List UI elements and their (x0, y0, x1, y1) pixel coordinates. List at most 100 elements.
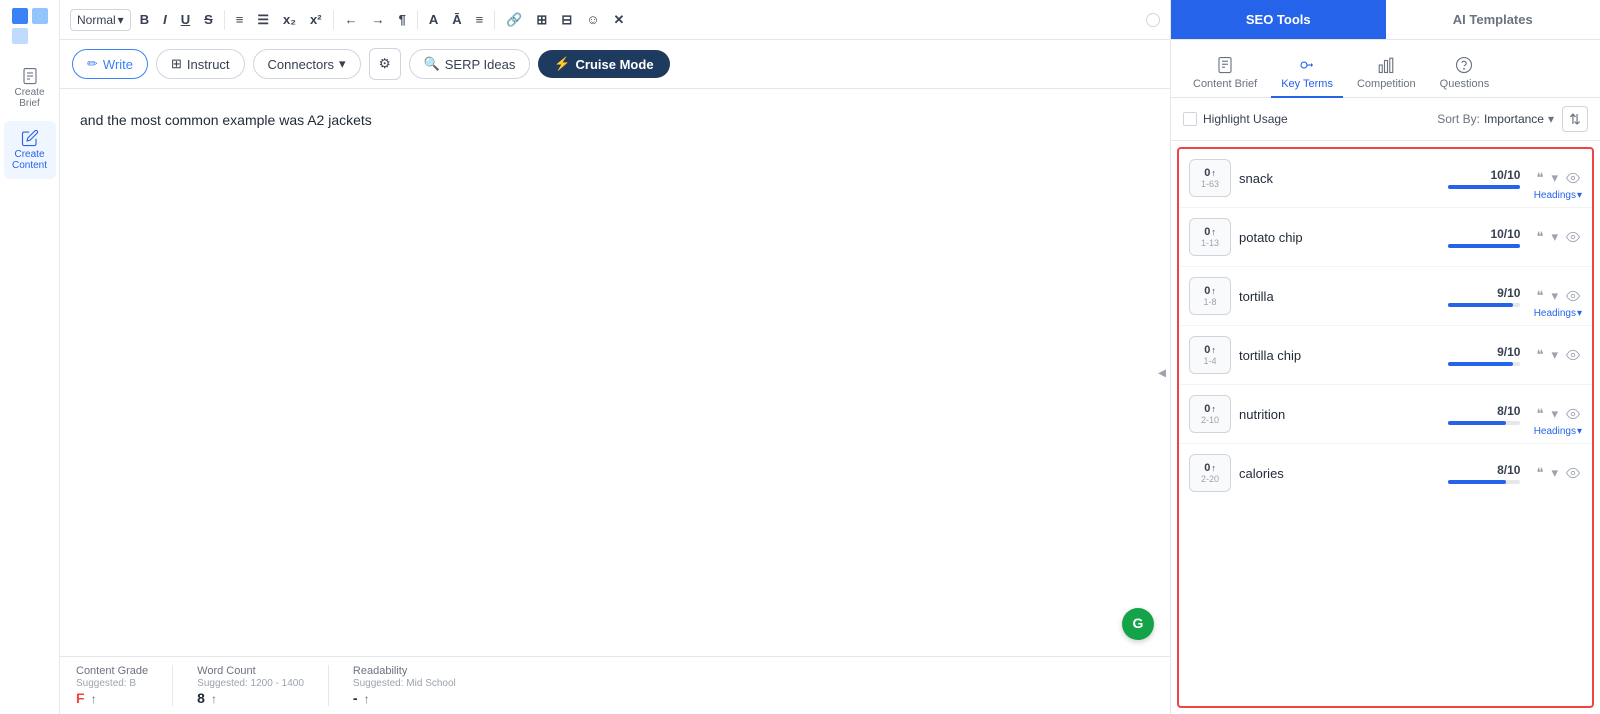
superscript-button[interactable]: x² (305, 9, 327, 30)
connectors-button[interactable]: Connectors ▾ (253, 49, 361, 79)
quote-button-tortilla-chip[interactable]: ❝ (1534, 345, 1545, 365)
chevron-down-icon: ▾ (118, 13, 124, 27)
word-count-up-arrow: ↑ (211, 692, 217, 706)
image-button[interactable]: ⊞ (531, 9, 552, 31)
sidebar-item-create-brief[interactable]: Create Brief (4, 59, 56, 117)
quote-button-nutrition[interactable]: ❝ (1534, 404, 1545, 424)
preview-button-snack[interactable] (1564, 169, 1582, 187)
ai-templates-button[interactable]: AI Templates (1386, 0, 1600, 39)
term-range: 2-10 (1201, 415, 1219, 425)
editor-content-area[interactable]: and the most common example was A2 jacke… (60, 89, 1170, 656)
pencil-icon: ✏ (87, 56, 98, 72)
panel-header: SEO Tools AI Templates (1171, 0, 1600, 40)
align-left-button[interactable]: ← (340, 9, 363, 30)
quote-button-calories[interactable]: ❝ (1534, 463, 1545, 483)
quote-button-tortilla[interactable]: ❝ (1534, 286, 1545, 306)
strikethrough-button[interactable]: S (199, 9, 218, 30)
sort-by-label: Sort By: (1437, 112, 1480, 126)
highlight-usage-label: Highlight Usage (1203, 112, 1288, 126)
chevron-down-button-tortilla-chip[interactable]: ▾ (1549, 345, 1560, 365)
checkbox-box[interactable] (1183, 112, 1197, 126)
cruise-mode-button[interactable]: ⚡ Cruise Mode (538, 50, 669, 78)
clear-format-button[interactable]: ✕ (609, 9, 630, 31)
toolbar-check-circle[interactable] (1146, 13, 1160, 27)
word-count-label: Word Count (197, 665, 304, 677)
format-select[interactable]: Normal ▾ (70, 9, 131, 31)
tab-key-terms[interactable]: Key Terms (1271, 50, 1343, 98)
sort-order-icon: ⇅ (1569, 111, 1581, 128)
lightning-icon: ⚡ (554, 56, 570, 72)
preview-button-tortilla-chip[interactable] (1564, 346, 1582, 364)
chevron-down-button-nutrition[interactable]: ▾ (1549, 404, 1560, 424)
term-row-snack: 0 ↑ 1-63 snack 10/10 ❝ ▾ (1179, 149, 1592, 208)
chevron-down-button-snack[interactable]: ▾ (1549, 168, 1560, 188)
word-count-suggested: Suggested: 1200 - 1400 (197, 678, 304, 689)
term-score-tortilla-chip: 9/10 (1440, 345, 1520, 366)
seo-tools-button[interactable]: SEO Tools (1171, 0, 1386, 39)
panel-tabs: Content Brief Key Terms Competition Qu (1171, 40, 1600, 98)
term-counter-calories: 0 ↑ 2-20 (1189, 454, 1231, 492)
term-name-nutrition: nutrition (1239, 407, 1319, 422)
underline-button[interactable]: U (176, 9, 195, 30)
term-counter-tortilla-chip: 0 ↑ 1-4 (1189, 336, 1231, 374)
chevron-down-icon[interactable]: ▾ (1548, 112, 1554, 126)
chevron-down-button-calories[interactable]: ▾ (1549, 463, 1560, 483)
link-button[interactable]: 🔗 (501, 9, 527, 31)
word-count-value: 8 (197, 690, 205, 706)
term-row-nutrition: 0 ↑ 2-10 nutrition 8/10 ❝ ▾ (1179, 385, 1592, 444)
toolbar-divider-4 (494, 10, 495, 30)
edit-icon (21, 129, 39, 147)
term-actions-tortilla: ❝ ▾ (1534, 286, 1582, 306)
chevron-down-button-potato-chip[interactable]: ▾ (1549, 227, 1560, 247)
term-actions-nutrition: ❝ ▾ (1534, 404, 1582, 424)
headings-badge-tortilla[interactable]: Headings ▾ (1534, 308, 1582, 319)
preview-button-tortilla[interactable] (1564, 287, 1582, 305)
table-button[interactable]: ⊟ (556, 9, 577, 31)
font-color-button[interactable]: A (424, 9, 443, 30)
chevron-down-button-tortilla[interactable]: ▾ (1549, 286, 1560, 306)
preview-button-potato-chip[interactable] (1564, 228, 1582, 246)
preview-button-calories[interactable] (1564, 464, 1582, 482)
preview-button-nutrition[interactable] (1564, 405, 1582, 423)
toolbar-divider-2 (333, 10, 334, 30)
sidebar-item-create-content[interactable]: Create Content (4, 121, 56, 179)
term-row-potato-chip: 0 ↑ 1-13 potato chip 10/10 ❝ ▾ (1179, 208, 1592, 267)
headings-badge-snack[interactable]: Headings ▾ (1534, 190, 1582, 201)
highlight-usage-checkbox[interactable]: Highlight Usage (1183, 112, 1288, 126)
instruct-button[interactable]: ⊞ Instruct (156, 49, 245, 79)
gear-icon: ⚙ (379, 56, 391, 72)
term-count-value: 0 (1204, 226, 1210, 238)
up-arrow-icon: ↑ (1211, 227, 1216, 237)
unordered-list-button[interactable]: ☰ (252, 9, 274, 31)
italic-button[interactable]: I (158, 9, 172, 30)
resize-handle[interactable]: ◂ (1154, 359, 1170, 386)
settings-button[interactable]: ⚙ (369, 48, 401, 80)
emoji-button[interactable]: ☺ (581, 9, 604, 30)
key-icon (1298, 56, 1316, 74)
write-button[interactable]: ✏ Write (72, 49, 148, 79)
term-actions-tortilla-chip: ❝ ▾ (1534, 345, 1582, 365)
bold-button[interactable]: B (135, 9, 154, 30)
sort-order-button[interactable]: ⇅ (1562, 106, 1588, 132)
readability-up-arrow: ↑ (364, 692, 370, 706)
serp-ideas-button[interactable]: 🔍 SERP Ideas (409, 49, 531, 79)
ordered-list-button[interactable]: ≡ (231, 9, 249, 30)
highlight-button[interactable]: Ā (447, 9, 466, 30)
footer-bar: Content Grade Suggested: B F ↑ Word Coun… (60, 656, 1170, 714)
paragraph-button[interactable]: ¶ (394, 9, 411, 30)
grammarly-button[interactable]: G (1122, 608, 1154, 640)
align-justify-button[interactable]: ≡ (471, 9, 489, 30)
quote-button-potato-chip[interactable]: ❝ (1534, 227, 1545, 247)
subscript-button[interactable]: x₂ (278, 9, 301, 30)
term-count-value: 0 (1204, 403, 1210, 415)
tab-competition[interactable]: Competition (1347, 50, 1426, 98)
term-name-calories: calories (1239, 466, 1319, 481)
content-grade-value: F (76, 690, 85, 706)
headings-badge-nutrition[interactable]: Headings ▾ (1534, 426, 1582, 437)
sort-value[interactable]: Importance (1484, 112, 1544, 126)
quote-button-snack[interactable]: ❝ (1534, 168, 1545, 188)
align-right-button[interactable]: → (367, 9, 390, 30)
term-range: 2-20 (1201, 474, 1219, 484)
tab-content-brief[interactable]: Content Brief (1183, 50, 1267, 98)
tab-questions[interactable]: Questions (1430, 50, 1500, 98)
